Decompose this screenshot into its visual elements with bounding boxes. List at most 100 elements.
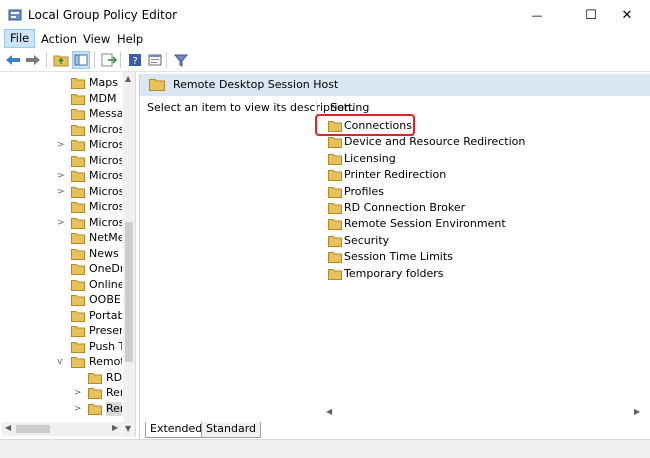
expand-chevron-icon[interactable]: >	[57, 187, 65, 197]
setting-folder-item[interactable]: Temporary folders	[328, 266, 628, 282]
setting-folder-item[interactable]: Device and Resource Redirection	[328, 134, 628, 150]
scroll-thumb[interactable]	[125, 222, 133, 362]
tree-item[interactable]: Micros	[2, 200, 122, 215]
tree-item[interactable]: Messag	[2, 107, 122, 122]
tree-item[interactable]: Portab	[2, 309, 122, 324]
console-tree[interactable]: MapsMDMMessagMicros>MicrosMicros>Micros>…	[2, 72, 136, 437]
tree-item-label: Micros	[89, 138, 122, 151]
folder-icon	[71, 248, 85, 260]
scroll-down-icon[interactable]: ▼	[125, 424, 131, 433]
folder-icon	[71, 124, 85, 136]
tree-item[interactable]: Presen	[2, 324, 122, 339]
tree-item[interactable]: > Micros	[2, 185, 122, 200]
expand-chevron-icon[interactable]: >	[57, 218, 65, 228]
properties-icon[interactable]	[146, 51, 164, 69]
expand-chevron-icon[interactable]: >	[74, 388, 82, 398]
tree-item[interactable]: NetMe	[2, 231, 122, 246]
tree-item-label: RD	[106, 370, 122, 384]
expand-chevron-icon[interactable]	[57, 233, 65, 243]
export-list-icon[interactable]	[100, 51, 118, 69]
expand-chevron-icon[interactable]	[57, 125, 65, 135]
folder-icon	[71, 108, 85, 120]
expand-chevron-icon[interactable]	[57, 78, 65, 88]
tree-item[interactable]: OneDr	[2, 262, 122, 277]
back-arrow-icon[interactable]	[4, 51, 22, 69]
tree-item[interactable]: MDM	[2, 92, 122, 107]
minimize-button[interactable]: —	[514, 0, 560, 30]
tree-item[interactable]: > Micros	[2, 138, 122, 153]
tab-extended[interactable]: Extended	[145, 422, 208, 438]
tree-item-label: Portab	[89, 308, 122, 322]
minimize-icon: —	[531, 8, 543, 22]
folder-icon	[71, 325, 85, 337]
menu-action[interactable]: Action	[36, 30, 82, 48]
scroll-thumb[interactable]	[16, 425, 50, 433]
setting-folder-label: Licensing	[344, 151, 396, 165]
details-horizontal-scrollbar[interactable]: ◀ ▶	[326, 406, 646, 418]
filter-icon[interactable]	[172, 51, 190, 69]
expand-chevron-icon[interactable]	[57, 156, 65, 166]
expand-chevron-icon[interactable]: >	[57, 140, 65, 150]
tree-item[interactable]: Push T	[2, 340, 122, 355]
expand-chevron-icon[interactable]	[57, 280, 65, 290]
scroll-left-icon[interactable]: ◀	[5, 423, 11, 432]
up-folder-icon[interactable]	[52, 51, 70, 69]
collapse-chevron-icon[interactable]: v	[57, 357, 65, 367]
tree-item-label: Push T	[89, 339, 122, 353]
setting-folder-label: Profiles	[344, 184, 384, 198]
expand-chevron-icon[interactable]	[57, 249, 65, 259]
forward-arrow-icon[interactable]	[24, 51, 42, 69]
tree-item[interactable]: Online	[2, 278, 122, 293]
tree-item[interactable]: RD	[2, 371, 122, 386]
expand-chevron-icon[interactable]	[57, 109, 65, 119]
toolbar-separator	[46, 52, 47, 68]
column-header-setting[interactable]: Setting	[330, 101, 369, 114]
tree-item[interactable]: News a	[2, 247, 122, 262]
expand-chevron-icon[interactable]	[57, 326, 65, 336]
expand-chevron-icon[interactable]	[57, 202, 65, 212]
expand-chevron-icon[interactable]	[57, 342, 65, 352]
expand-chevron-icon[interactable]	[74, 373, 82, 383]
expand-chevron-icon[interactable]	[57, 94, 65, 104]
close-button[interactable]: ✕	[604, 0, 650, 30]
scroll-right-icon[interactable]: ▶	[634, 407, 640, 416]
setting-folder-item[interactable]: Security	[328, 233, 628, 249]
tab-standard[interactable]: Standard	[201, 422, 262, 438]
expand-chevron-icon[interactable]	[57, 264, 65, 274]
scroll-right-icon[interactable]: ▶	[112, 423, 118, 432]
tree-item[interactable]: > Rer	[2, 401, 122, 417]
setting-folder-item[interactable]: Licensing	[328, 151, 628, 167]
expand-chevron-icon[interactable]	[57, 295, 65, 305]
tree-item-label: OOBE	[89, 293, 121, 306]
menu-view[interactable]: View	[78, 30, 115, 48]
folder-icon	[328, 218, 342, 231]
tree-item[interactable]: Micros	[2, 123, 122, 138]
tree-item[interactable]: Micros	[2, 154, 122, 169]
tree-vertical-scrollbar[interactable]: ▲ ▼	[123, 72, 135, 437]
menu-help[interactable]: Help	[112, 30, 148, 48]
expand-chevron-icon[interactable]: >	[57, 171, 65, 181]
show-hide-tree-icon[interactable]	[72, 51, 90, 69]
setting-folder-item[interactable]: Session Time Limits	[328, 249, 628, 265]
scroll-up-icon[interactable]: ▲	[125, 74, 131, 83]
scroll-left-icon[interactable]: ◀	[326, 407, 332, 416]
setting-folder-item[interactable]: RD Connection Broker	[328, 200, 628, 216]
tree-item[interactable]: Maps	[2, 76, 122, 91]
tree-item[interactable]: > Micros	[2, 216, 122, 231]
folder-icon	[328, 202, 342, 214]
setting-folder-item[interactable]: Printer Redirection	[328, 167, 628, 183]
tree-item[interactable]: > Micros	[2, 169, 122, 184]
help-icon[interactable]: ?	[126, 51, 144, 69]
menu-file[interactable]: File	[4, 29, 36, 48]
tree-horizontal-scrollbar[interactable]: ◀ ▶	[2, 422, 123, 436]
folder-icon	[71, 217, 85, 229]
expand-chevron-icon[interactable]	[57, 311, 65, 321]
expand-chevron-icon[interactable]: >	[74, 404, 82, 414]
tree-item[interactable]: OOBE	[2, 293, 122, 308]
tree-item-label: Micros	[89, 169, 122, 182]
tree-item[interactable]: v Remot	[2, 355, 122, 370]
tree-item-label: Micros	[89, 215, 122, 229]
setting-folder-item[interactable]: Remote Session Environment	[328, 216, 628, 232]
setting-folder-item[interactable]: Profiles	[328, 184, 628, 200]
tree-item[interactable]: > Rer	[2, 386, 122, 401]
